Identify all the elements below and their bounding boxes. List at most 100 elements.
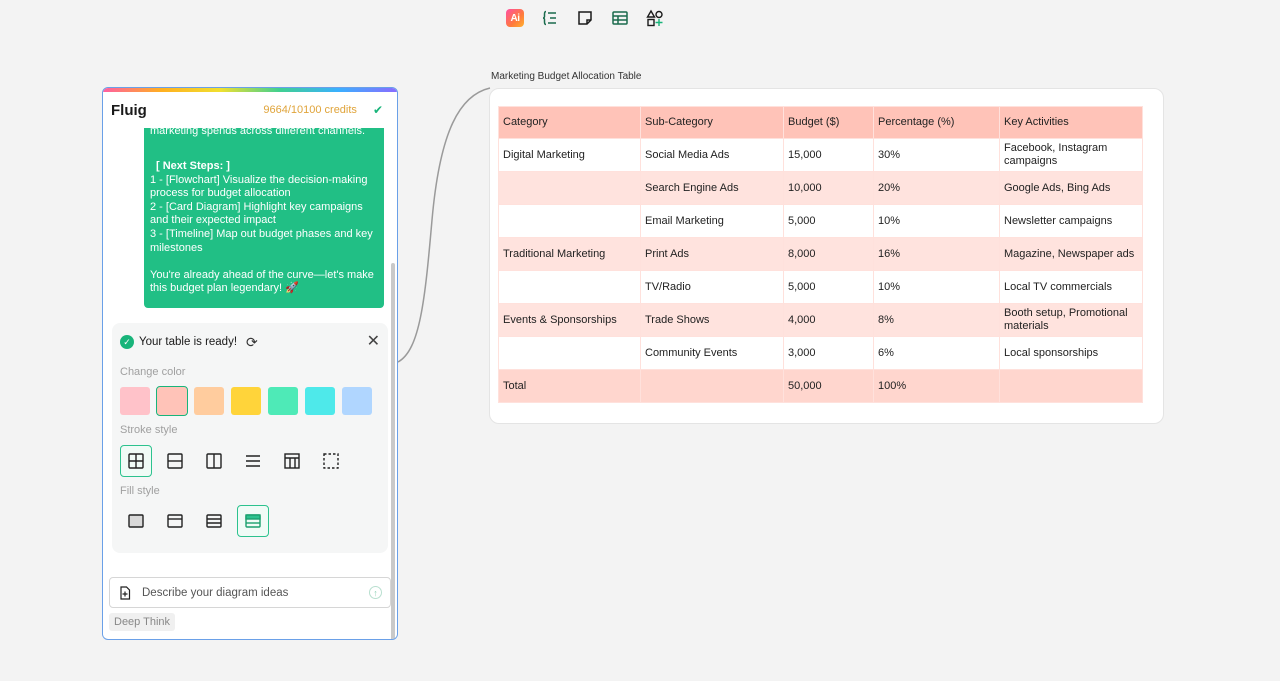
solid-fill-icon [128,514,144,528]
table-icon [612,11,628,25]
color-swatch-blue[interactable] [342,387,372,415]
table-cell [640,369,784,403]
table-cell: Print Ads [640,237,784,271]
table-cell: Traditional Marketing [498,237,641,271]
settings-header: ✓ Your table is ready! ⟳ ✕ [120,333,380,351]
table-diagram[interactable]: Category Sub-Category Budget ($) Percent… [489,88,1164,424]
table-cell: 50,000 [783,369,874,403]
shapes-icon [646,9,663,27]
panel-scrollbar[interactable] [391,263,395,639]
table-cell: Email Marketing [640,204,784,238]
panel-title: Fluig [111,101,147,119]
table-cell: Social Media Ads [640,138,784,172]
table-cell: 10,000 [783,171,874,205]
step-item: 1 - [Flowchart] Visualize the decision-m… [150,173,368,200]
prompt-input-box: ↑ [109,577,391,608]
color-swatch-peach[interactable] [194,387,224,415]
table-cell: Google Ads, Bing Ads [999,171,1143,205]
table-settings-card: ✓ Your table is ready! ⟳ ✕ Change color … [112,323,388,553]
color-swatch-yellow[interactable] [231,387,261,415]
stroke-vertical-button[interactable] [198,445,230,477]
success-icon: ✓ [120,335,134,349]
close-icon[interactable]: ✕ [367,334,380,350]
fill-style-label: Fill style [120,485,160,497]
send-icon[interactable]: ↑ [369,586,382,599]
color-swatch-cyan[interactable] [305,387,335,415]
stroke-style-options [120,445,347,477]
fill-header-striped-button[interactable] [237,505,269,537]
ai-chat-panel: marketing spends across different channe… [102,87,398,640]
stroke-row-lines-button[interactable] [237,445,269,477]
table-cell [498,204,641,238]
grid-all-borders-icon [128,453,144,469]
attach-file-icon[interactable] [118,585,132,600]
table-cell: Local TV commercials [999,270,1143,304]
table-row: Events & Sponsorships Trade Shows 4,000 … [498,303,1143,337]
table-tool-button[interactable] [611,6,629,30]
table-cell: 15,000 [783,138,874,172]
stroke-all-borders-button[interactable] [120,445,152,477]
fill-striped-button[interactable] [198,505,230,537]
grid-horizontal-icon [167,453,183,469]
header-cell: Budget ($) [783,106,874,139]
table-cell: 3,000 [783,336,874,370]
shapes-tool-button[interactable] [646,6,664,30]
table-cell: Digital Marketing [498,138,641,172]
table-cell [498,270,641,304]
table-cell [498,171,641,205]
table-row: Digital Marketing Social Media Ads 15,00… [498,138,1143,172]
color-swatch-pink[interactable] [120,387,150,415]
table-cell: TV/Radio [640,270,784,304]
table-cell: Trade Shows [640,303,784,337]
table-ready-text: Your table is ready! [139,336,238,348]
step-item: 2 - [Card Diagram] Highlight key campaig… [150,200,363,227]
step-item: 3 - [Timeline] Map out budget phases and… [150,227,373,254]
assistant-message: marketing spends across different channe… [144,98,384,308]
stroke-style-label: Stroke style [120,424,178,436]
budget-table[interactable]: Category Sub-Category Budget ($) Percent… [498,106,1143,403]
stroke-none-button[interactable] [315,445,347,477]
refresh-icon[interactable]: ⟳ [246,334,258,351]
color-swatches [120,386,372,416]
header-cell: Sub-Category [640,106,784,139]
table-cell: 20% [873,171,1000,205]
header-striped-fill-icon [245,514,261,528]
change-color-label: Change color [120,366,186,378]
table-row: Community Events 3,000 6% Local sponsors… [498,336,1143,370]
header-fill-icon [167,514,183,528]
ai-tool-button[interactable]: Ai [506,6,524,30]
table-cell: Booth setup, Promotional materials [999,303,1143,337]
deep-think-toggle[interactable]: Deep Think [109,613,176,631]
panel-header: Fluig 9664/10100 credits ✔ [103,92,397,128]
sticky-note-tool-button[interactable] [576,6,594,30]
prompt-input[interactable] [142,586,369,599]
header-cell: Percentage (%) [873,106,1000,139]
message-body: [ Next Steps: ] 1 - [Flowchart] Visualiz… [150,160,380,296]
color-swatch-green[interactable] [268,387,298,415]
table-cell: 8% [873,303,1000,337]
credits-counter: 9664/10100 credits [263,104,357,116]
table-cell: 5,000 [783,270,874,304]
table-cell: Newsletter campaigns [999,204,1143,238]
table-cell [498,336,641,370]
table-cell: Facebook, Instagram campaigns [999,138,1143,172]
stroke-horizontal-button[interactable] [159,445,191,477]
table-row: Traditional Marketing Print Ads 8,000 16… [498,237,1143,271]
color-swatch-salmon[interactable] [156,386,188,416]
table-cell: 16% [873,237,1000,271]
table-cell: 8,000 [783,237,874,271]
mindmap-tool-button[interactable] [541,6,559,30]
table-row: Search Engine Ads 10,000 20% Google Ads,… [498,171,1143,205]
table-cell: 6% [873,336,1000,370]
table-cell: 4,000 [783,303,874,337]
fill-solid-button[interactable] [120,505,152,537]
check-icon[interactable]: ✔ [373,103,383,117]
stroke-header-button[interactable] [276,445,308,477]
dashed-border-icon [323,453,339,469]
table-cell: 100% [873,369,1000,403]
fill-style-options [120,505,269,537]
ai-icon: Ai [506,9,524,27]
header-cell: Key Activities [999,106,1143,139]
table-header-row: Category Sub-Category Budget ($) Percent… [498,106,1143,139]
fill-header-button[interactable] [159,505,191,537]
